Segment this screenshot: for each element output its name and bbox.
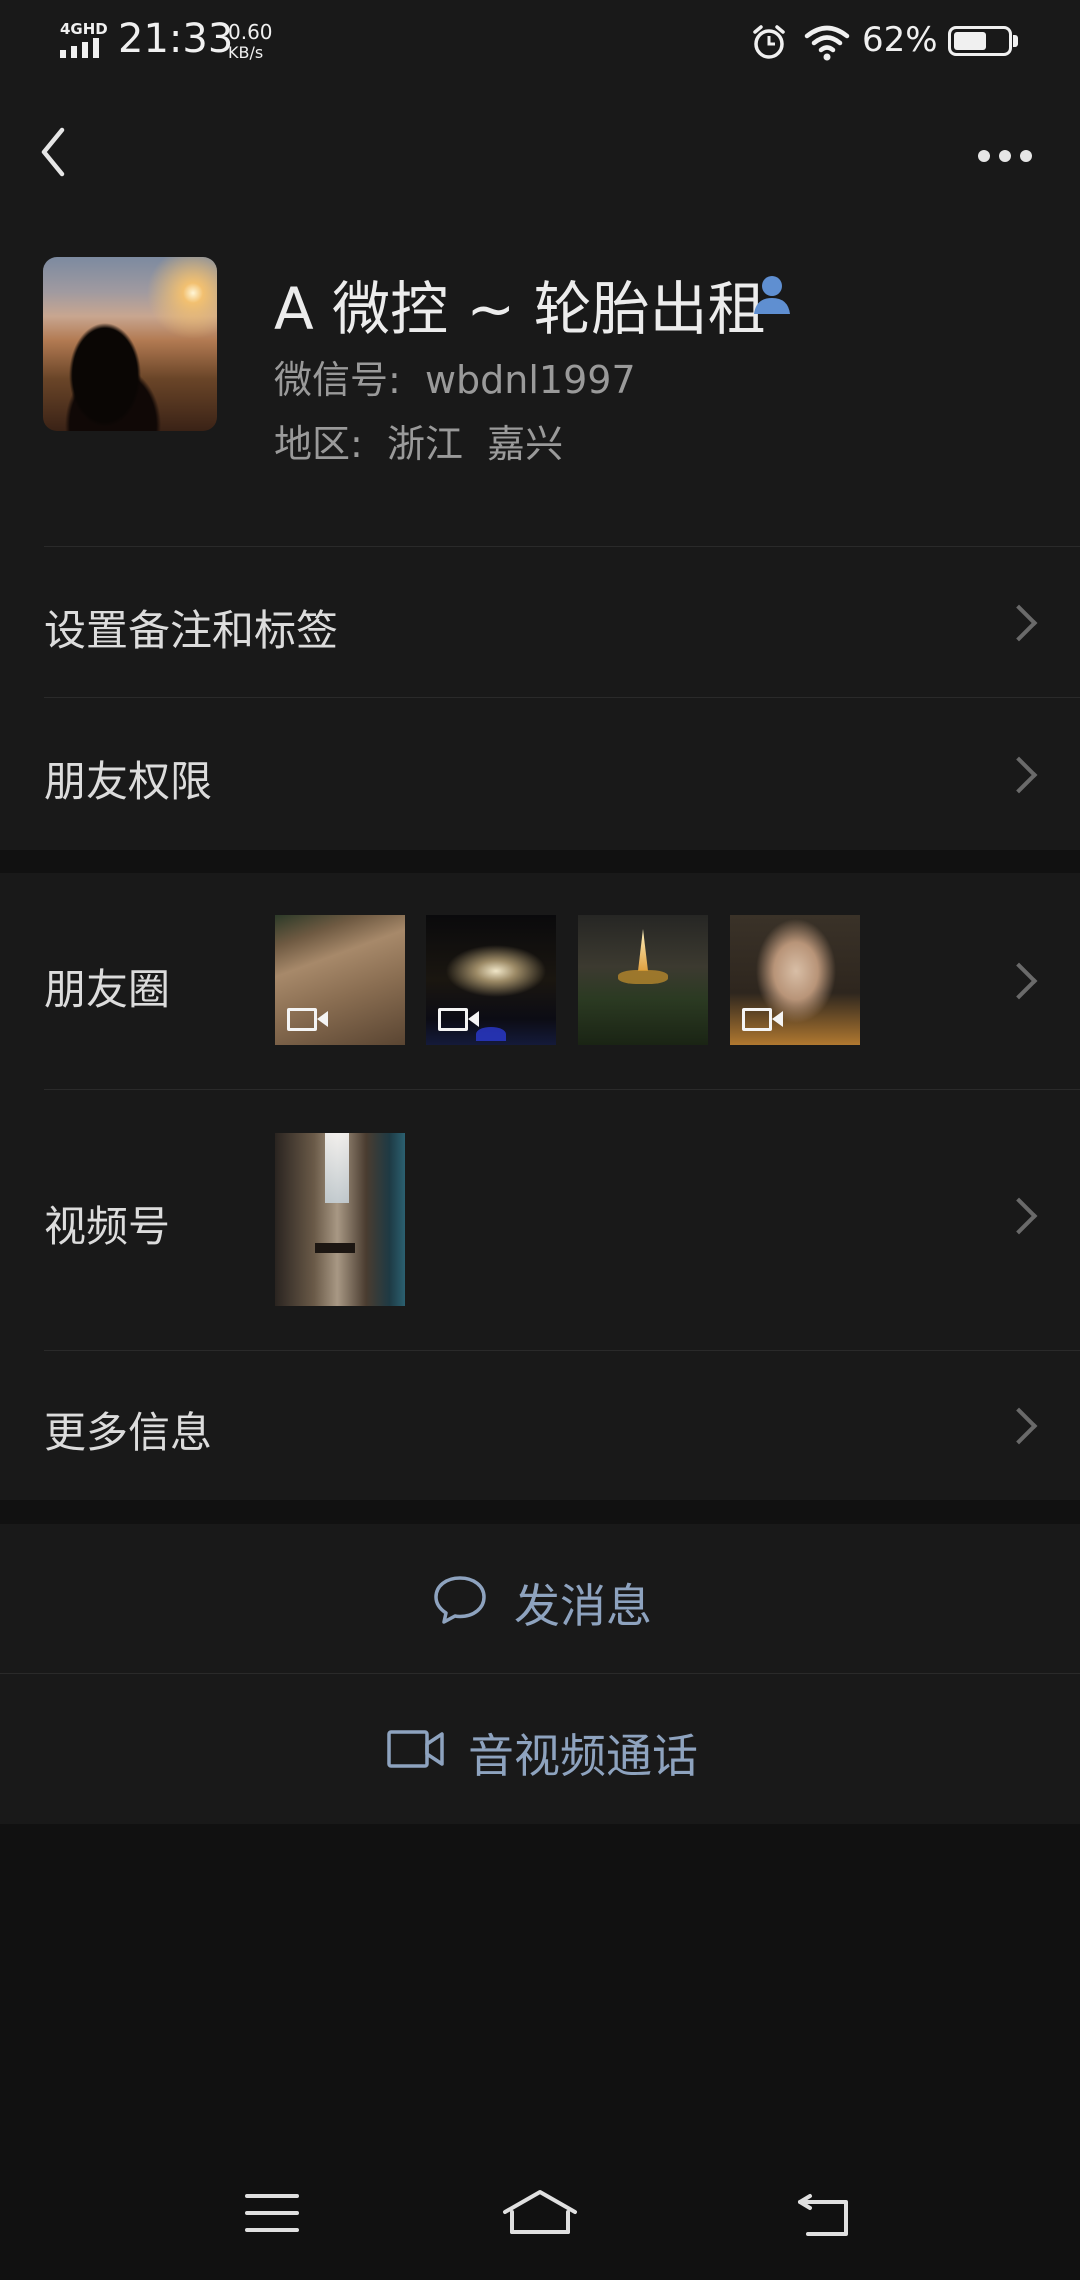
person-icon bbox=[754, 276, 790, 314]
more-info-label: 更多信息 bbox=[44, 1408, 213, 1457]
menu-icon[interactable] bbox=[244, 2192, 300, 2234]
remark-tags-row[interactable]: 设置备注和标签 bbox=[0, 546, 1080, 697]
clock: 21:33 bbox=[118, 16, 234, 62]
network-type: 4GHD bbox=[60, 20, 108, 38]
channels-thumbnail bbox=[275, 1133, 405, 1306]
status-bar: 4GHD 21:33 0.60 KB/s 62% bbox=[0, 0, 1080, 82]
more-dots-icon[interactable] bbox=[976, 138, 1034, 174]
send-message-button[interactable]: 发消息 bbox=[0, 1524, 1080, 1673]
moments-row[interactable]: 朋友圈 bbox=[0, 873, 1080, 1089]
signal-icon bbox=[60, 38, 106, 58]
chevron-right-icon bbox=[1000, 1197, 1038, 1235]
send-message-label: 发消息 bbox=[514, 1579, 652, 1633]
moments-thumbnail bbox=[426, 915, 556, 1045]
moments-label: 朋友圈 bbox=[44, 965, 171, 1014]
back-nav-icon[interactable] bbox=[796, 2190, 852, 2238]
video-call-icon bbox=[387, 1730, 444, 1768]
region: 地区: 浙江 嘉兴 bbox=[274, 422, 564, 466]
home-icon[interactable] bbox=[502, 2188, 578, 2238]
system-nav-bar bbox=[0, 2130, 1080, 2280]
video-camera-icon bbox=[438, 1008, 479, 1031]
moments-thumbnail bbox=[275, 915, 405, 1045]
moments-thumbnail bbox=[730, 915, 860, 1045]
av-call-label: 音视频通话 bbox=[468, 1729, 698, 1783]
chat-bubble-icon bbox=[434, 1576, 486, 1624]
avatar[interactable] bbox=[43, 257, 217, 431]
chevron-right-icon bbox=[1000, 604, 1038, 642]
wifi-icon bbox=[804, 25, 850, 61]
channels-row[interactable]: 视频号 bbox=[0, 1090, 1080, 1350]
channels-label: 视频号 bbox=[44, 1202, 171, 1251]
battery-icon bbox=[948, 26, 1012, 56]
battery-percent: 62% bbox=[862, 20, 938, 60]
video-camera-icon bbox=[742, 1008, 783, 1031]
av-call-button[interactable]: 音视频通话 bbox=[0, 1674, 1080, 1824]
remark-section: 设置备注和标签 朋友权限 bbox=[0, 546, 1080, 850]
chevron-right-icon bbox=[1000, 756, 1038, 794]
speed-value: 0.60 bbox=[228, 20, 273, 44]
action-section: 发消息 音视频通话 bbox=[0, 1524, 1080, 1824]
chevron-right-icon bbox=[1000, 1407, 1038, 1445]
wechat-id: 微信号: wbdnl1997 bbox=[274, 358, 636, 402]
friend-permissions-label: 朋友权限 bbox=[44, 757, 213, 806]
friend-permissions-row[interactable]: 朋友权限 bbox=[0, 698, 1080, 850]
contact-name: A 微控 ~ 轮胎出租 bbox=[274, 275, 766, 343]
alarm-icon bbox=[753, 25, 785, 59]
nav-bar bbox=[0, 82, 1080, 222]
back-icon[interactable] bbox=[34, 122, 74, 182]
more-info-row[interactable]: 更多信息 bbox=[0, 1351, 1080, 1500]
video-camera-icon bbox=[287, 1008, 328, 1031]
moments-thumbnail bbox=[578, 915, 708, 1045]
moments-section: 朋友圈 视频号 更多信息 bbox=[0, 873, 1080, 1500]
contact-profile-page: 4GHD 21:33 0.60 KB/s 62% A 微控 ~ 轮胎出租 微信号… bbox=[0, 0, 1080, 2280]
remark-tags-label: 设置备注和标签 bbox=[44, 606, 339, 655]
speed-unit: KB/s bbox=[228, 43, 264, 62]
chevron-right-icon bbox=[1000, 962, 1038, 1000]
